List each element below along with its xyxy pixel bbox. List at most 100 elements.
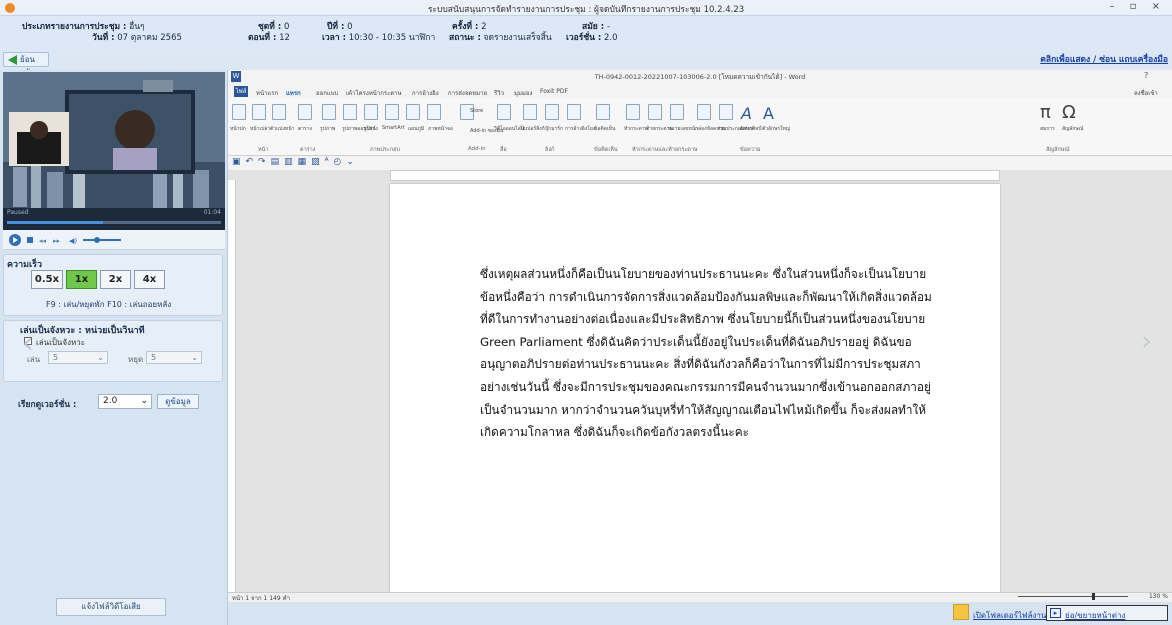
- online-video-icon[interactable]: [497, 104, 511, 120]
- doc-line: อนุญาตอภิปรายต่อท่านประธานนะคะ สิ่งที่ดิ…: [480, 357, 921, 372]
- document-text[interactable]: ซึ่งเหตุผลส่วนหนึ่งก็คือเป็นนโยบายของท่า…: [480, 263, 950, 444]
- window-controls[interactable]: – ▫ ×: [1109, 1, 1166, 12]
- tab-references[interactable]: การอ้างอิง: [412, 88, 439, 98]
- svg-text:▸▸: ▸▸: [53, 237, 61, 245]
- zoom-level[interactable]: 130 %: [1149, 593, 1168, 600]
- meeting-status: สถานะ : จดรายงานเสร็จสิ้น: [449, 33, 552, 43]
- ribbon-label-store: Store: [470, 108, 484, 114]
- ribbon-group-header-footer: หัวกระดาษและท้ายกระดาษ: [632, 147, 698, 153]
- quick-parts-icon[interactable]: [719, 104, 733, 120]
- bookmark-icon[interactable]: [545, 104, 559, 120]
- blank-page-icon[interactable]: [252, 104, 266, 120]
- speed-hint: F9 : เล่น/หยุดพัก F10 : เล่นถอยหลัง: [46, 300, 172, 309]
- tab-review[interactable]: รีวิว: [494, 88, 504, 98]
- hyperlink-icon[interactable]: [523, 104, 537, 120]
- ribbon-label-equation: สมการ: [1040, 126, 1055, 132]
- word-help-icon[interactable]: ?: [1144, 71, 1148, 80]
- ribbon-group-text: ข้อความ: [740, 147, 761, 153]
- volume-slider-thumb: [94, 237, 100, 243]
- tab-layout[interactable]: เค้าโครงหน้ากระดาษ: [346, 88, 402, 98]
- next-arrow-icon[interactable]: ›: [1141, 324, 1152, 357]
- tab-view[interactable]: มุมมอง: [514, 88, 532, 98]
- seek-fill: [7, 221, 104, 224]
- smartart-icon[interactable]: [385, 104, 399, 120]
- zoom-slider[interactable]: [1018, 592, 1128, 600]
- meeting-episode: ตอนที่ : 12: [248, 33, 290, 43]
- equation-icon[interactable]: π: [1040, 102, 1054, 123]
- speed-4x-button[interactable]: 4x: [134, 270, 165, 289]
- screenshot-icon[interactable]: [427, 104, 441, 120]
- loop-play-select[interactable]: 5 ⌄: [48, 351, 108, 364]
- seek-track[interactable]: [7, 221, 221, 224]
- ribbon-label-table: ตาราง: [298, 126, 312, 132]
- shapes-icon[interactable]: [364, 104, 378, 120]
- speed-1x-button[interactable]: 1x: [66, 270, 97, 289]
- ribbon-label-cross-reference: การอ้างอิงโยง: [565, 126, 596, 132]
- sign-in-link[interactable]: ลงชื่อเข้า: [1134, 88, 1158, 98]
- word-titlebar: W TH-0942-0012-20221007-103006-2.0 [โหมด…: [228, 70, 1172, 84]
- chart-icon[interactable]: [406, 104, 420, 120]
- report-broken-video-button[interactable]: แจ้งไฟล์วิดีโอเสีย: [56, 598, 166, 616]
- minimize-window-button[interactable]: ▸ ย่อ/ขยายหน้าต่าง: [1046, 605, 1168, 621]
- tab-design[interactable]: ออกแบบ: [316, 88, 338, 98]
- loop-pause-select[interactable]: 5 ⌄: [146, 351, 202, 364]
- header-icon[interactable]: [626, 104, 640, 120]
- ribbon-label-screenshot: ภาพหน้าจอ: [428, 126, 453, 132]
- tab-file[interactable]: ไฟล์: [234, 86, 248, 97]
- footer-icon[interactable]: [648, 104, 662, 120]
- window-toggle-icon: ▸: [1050, 608, 1061, 618]
- meeting-time: เวลา : 10:30 - 10:35 นาฬิกา: [322, 33, 436, 43]
- video-player[interactable]: [3, 72, 225, 208]
- tab-mailings[interactable]: การส่งจดหมาย: [448, 88, 487, 98]
- open-folder-link[interactable]: เปิดโฟลเดอร์ไฟล์งาน: [973, 609, 1046, 622]
- seek-bar[interactable]: Paused 01:04: [3, 208, 225, 230]
- prev-arrow-icon[interactable]: ‹: [22, 326, 33, 359]
- picture-icon[interactable]: [322, 104, 336, 120]
- svg-text:◂◂: ◂◂: [39, 237, 47, 245]
- doc-line: Green Parliament ซึ่งดิฉันคิดว่าประเด็นน…: [480, 334, 912, 349]
- comment-icon[interactable]: [596, 104, 610, 120]
- player-controls: ◂◂ ▸▸ ◀): [3, 230, 225, 250]
- qat-icons[interactable]: ▣↶↷▤▥▦▧ᴬ◴⌄: [232, 157, 359, 167]
- tab-home[interactable]: หน้าแรก: [256, 88, 278, 98]
- doc-line: เป็นจำนวนมาก หากว่าจำนวนควันบุหรี่ทำให้ส…: [480, 402, 926, 417]
- toggle-toolbar-link[interactable]: คลิกเพื่อแสดง / ซ่อน แถบเครื่องมือ: [1040, 52, 1168, 66]
- ribbon-label-symbol: สัญลักษณ์: [1062, 126, 1084, 132]
- cross-reference-icon[interactable]: [567, 104, 581, 120]
- wordart-icon[interactable]: A: [741, 104, 755, 123]
- table-icon[interactable]: [298, 104, 312, 120]
- speed-2x-button[interactable]: 2x: [100, 270, 131, 289]
- ribbon-label-bookmark: บุ๊กมาร์ก: [545, 126, 564, 132]
- ribbon-group-comments: ข้อคิดเห็น: [594, 147, 618, 153]
- loop-title: เล่นเป็นจังหวะ : หน่วยเป็นวินาที: [20, 326, 145, 336]
- doc-line: ซึ่งเหตุผลส่วนหนึ่งก็คือเป็นนโยบายของท่า…: [480, 267, 927, 281]
- tab-foxit-pdf[interactable]: Foxit PDF: [540, 88, 568, 95]
- ribbon-label-cover-page: หน้าปก: [230, 126, 246, 132]
- page-break-icon[interactable]: [272, 104, 286, 120]
- ribbon-label-hyperlink: ไฮเปอร์ลิงก์: [520, 126, 545, 132]
- ribbon-group-symbols: สัญลักษณ์: [1046, 147, 1070, 153]
- cover-page-icon[interactable]: [232, 104, 246, 120]
- ribbon-label-picture: รูปภาพ: [320, 126, 336, 132]
- ribbon-group-pages: หน้า: [258, 147, 269, 153]
- tab-insert[interactable]: แทรก: [286, 88, 301, 98]
- folder-icon[interactable]: [953, 604, 969, 620]
- drop-cap-icon[interactable]: A: [763, 104, 777, 123]
- quick-access-toolbar: ▣↶↷▤▥▦▧ᴬ◴⌄: [228, 156, 1172, 170]
- back-button[interactable]: ย้อนกลับ: [3, 52, 49, 77]
- symbol-icon[interactable]: Ω: [1062, 102, 1076, 123]
- ribbon-label-page-number: หมายเลขหน้า: [668, 126, 699, 132]
- online-picture-icon[interactable]: [343, 104, 357, 120]
- ribbon-label-drop-cap: ตัวอักษรใหญ่: [762, 126, 791, 132]
- view-version-button[interactable]: ดูข้อมูล: [157, 394, 199, 409]
- player-time: 01:04: [203, 209, 221, 216]
- text-box-icon[interactable]: [697, 104, 711, 120]
- minimize-window-label: ย่อ/ขยายหน้าต่าง: [1065, 611, 1126, 620]
- ribbon-group-links: ลิงก์: [545, 147, 555, 153]
- meeting-version: เวอร์ชั่น : 2.0: [566, 33, 618, 43]
- loop-pause-label: หยุด: [128, 355, 144, 364]
- page-number-icon[interactable]: [670, 104, 684, 120]
- player-state: Paused: [7, 209, 29, 216]
- speed-0-5x-button[interactable]: 0.5x: [31, 270, 63, 289]
- version-select[interactable]: 2.0 ⌄: [98, 394, 152, 409]
